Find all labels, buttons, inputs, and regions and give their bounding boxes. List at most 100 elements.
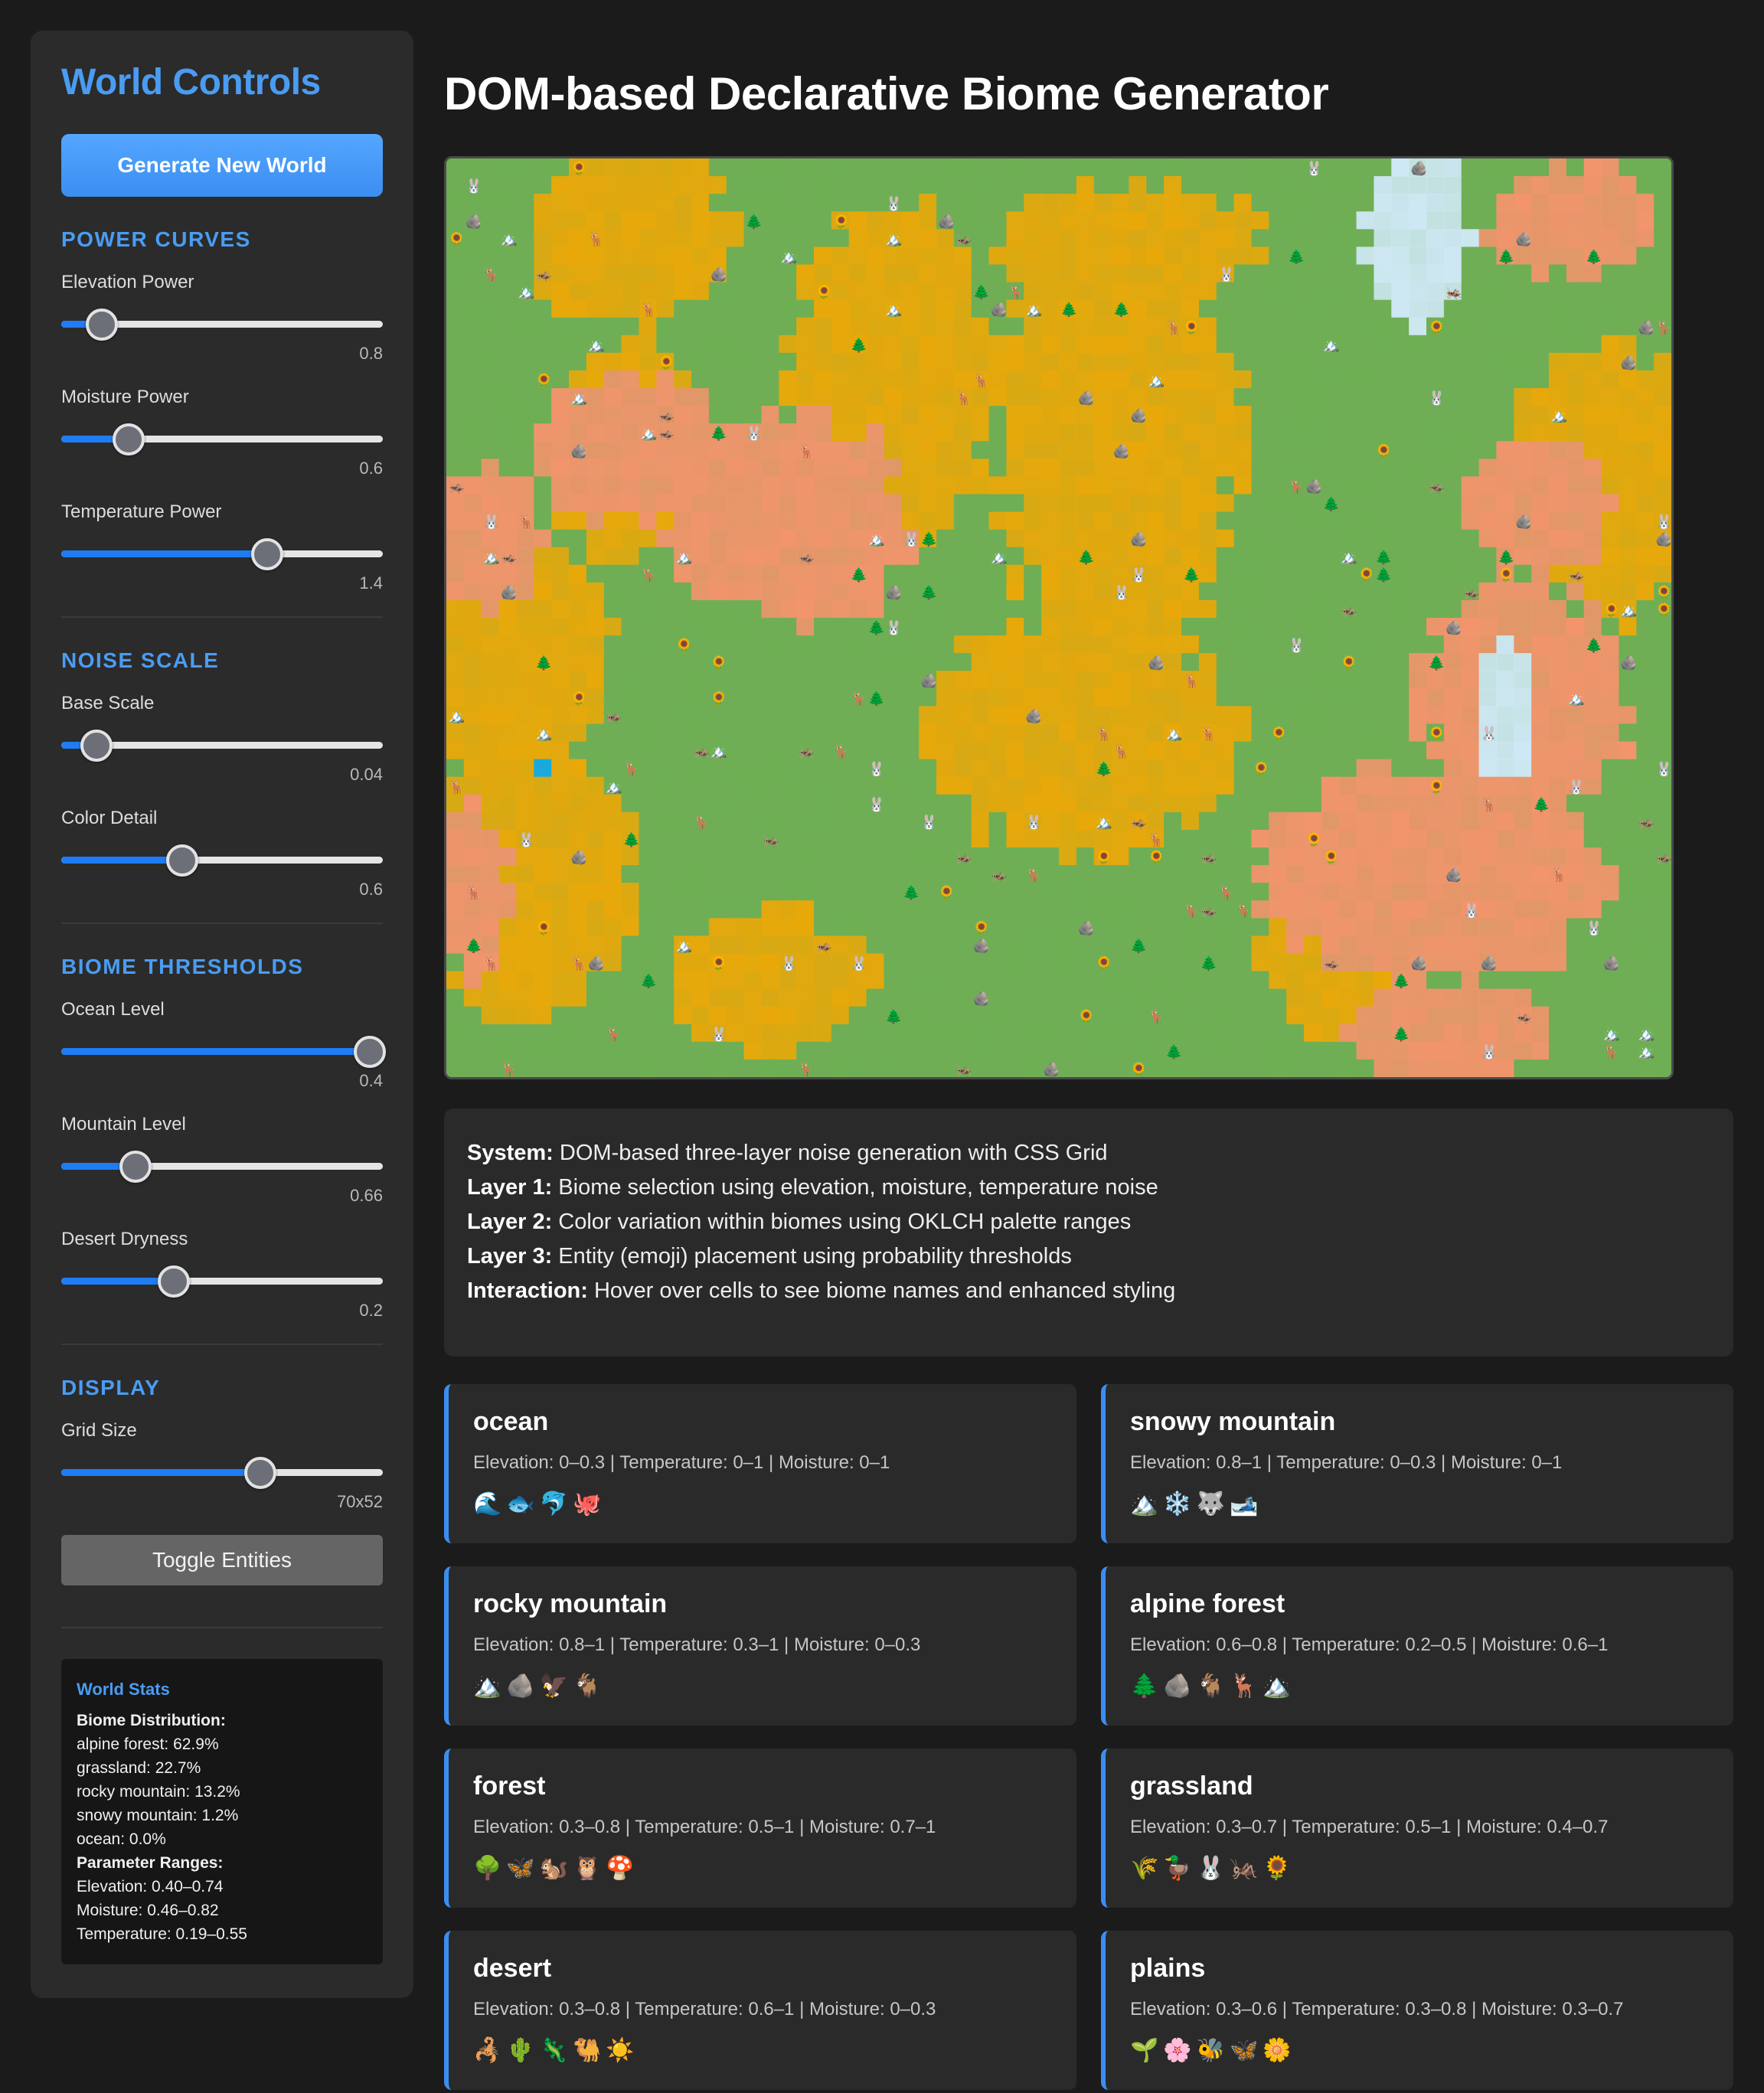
map-entity-icon: 🦌 <box>448 779 465 795</box>
biome-card-rocky-mountain: rocky mountain Elevation: 0.8–1 | Temper… <box>444 1566 1076 1726</box>
biome-name: snowy mountain <box>1130 1407 1336 1436</box>
ocean-level-slider[interactable] <box>61 1036 387 1068</box>
map-entity-icon: 🪨 <box>1410 161 1427 176</box>
map-entity-icon: 🏔️ <box>535 727 552 742</box>
grid-size-label: Grid Size <box>61 1420 137 1441</box>
map-entity-icon: 🌲 <box>1393 1026 1410 1042</box>
map-entity-icon: 🐰 <box>746 425 763 441</box>
map-entity-icon: 🌻 <box>1655 584 1671 600</box>
biome-name: forest <box>473 1771 546 1801</box>
map-entity-icon: 🦗 <box>798 744 815 759</box>
map-entity-icon: 🌻 <box>1428 726 1445 742</box>
biome-map-grid[interactable]: 🌻 🐰 🪨 🐰 🐰 🪨 🌲 🌻 🪨 🌻 🏔️ 🦌 🏔️ 🦗 🪨 🏔️ 🌲 🌲 🌲 🦌 🦗 🪨 🐰 🏔️ 🌻 🌲 🦌 🦗 🦌 🏔️ 🪨 🏔️ 🌲 🌲… <box>444 156 1674 1079</box>
temperature-power-label: Temperature Power <box>61 501 222 522</box>
slider-thumb[interactable] <box>244 1457 277 1489</box>
map-entity-icon: 🪨 <box>1025 709 1042 724</box>
slider-thumb[interactable] <box>250 538 283 570</box>
biome-name: ocean <box>473 1407 549 1436</box>
map-entity-icon: 🦌 <box>1603 1043 1620 1060</box>
slider-thumb[interactable] <box>119 1151 152 1183</box>
mountain-level-value: 0.66 <box>350 1186 383 1205</box>
toggle-entities-button[interactable]: Toggle Entities <box>61 1535 383 1585</box>
control-grid-size: Grid Size 70x52 <box>61 1420 383 1512</box>
map-entity-icon: 🪨 <box>710 267 727 282</box>
map-entity-icon: 🌻 <box>1375 442 1392 459</box>
divider <box>61 1344 383 1345</box>
map-entity-icon: 🌲 <box>1113 302 1130 318</box>
map-entity-icon: 🌲 <box>640 973 657 989</box>
map-entity-icon: 🦌 <box>973 372 990 388</box>
map-entity-icon: 🌻 <box>710 655 727 671</box>
map-entity-icon: 🌲 <box>920 584 937 600</box>
map-entity-icon: 🪨 <box>1078 390 1095 406</box>
map-entity-icon: 🏔️ <box>483 550 500 565</box>
map-entity-icon: 🌻 <box>1078 1008 1095 1024</box>
stats-ranges-heading: Parameter Ranges: <box>77 1854 224 1872</box>
slider-thumb[interactable] <box>158 1265 190 1298</box>
map-entity-icon: 🏔️ <box>710 744 727 759</box>
desert-dryness-slider[interactable] <box>61 1265 383 1298</box>
slider-thumb[interactable] <box>354 1036 387 1068</box>
map-entity-icon: 🏔️ <box>675 550 692 565</box>
moisture-power-slider[interactable] <box>61 423 383 455</box>
map-entity-icon: 🐰 <box>780 955 797 971</box>
biome-entity-icons: 🌲🪨🐐🦌🏔️ <box>1130 1673 1296 1699</box>
slider-thumb[interactable] <box>85 309 118 341</box>
biome-name: grassland <box>1130 1771 1253 1801</box>
map-entity-icon: 🌲 <box>1533 796 1550 812</box>
map-entity-icon: 🦗 <box>658 426 675 441</box>
map-entity-icon: 🏔️ <box>1341 550 1357 565</box>
map-entity-icon: 🪨 <box>1113 443 1130 459</box>
color-detail-label: Color Detail <box>61 808 158 828</box>
biome-map-canvas[interactable]: 🌻 🐰 🪨🐰🐰🪨 🌲 🌻 🪨🌻 🏔️ 🦌 🏔️ 🦗 🪨🏔️ 🌲 🌲 🌲🦌 🦗 🪨 🐰🏔️ 🌻 🌲 🦌 🦗🦌 🏔️ 🪨 🏔️ 🌲 🌲… <box>446 158 1671 1077</box>
panel-title: World Controls <box>61 62 321 103</box>
slider-thumb[interactable] <box>80 730 113 762</box>
control-mountain-level: Mountain Level 0.66 <box>61 1114 383 1206</box>
map-entity-icon: 🌲 <box>851 567 867 583</box>
map-entity-icon: 🐰 <box>868 796 885 812</box>
slider-thumb[interactable] <box>113 423 145 455</box>
temperature-power-value: 1.4 <box>359 573 383 593</box>
map-entity-icon: 🦗 <box>815 939 832 954</box>
biome-ranges: Elevation: 0.3–0.8 | Temperature: 0.5–1 … <box>473 1817 936 1837</box>
biome-card-grassland: grassland Elevation: 0.3–0.7 | Temperatu… <box>1101 1749 1733 1908</box>
map-entity-icon: 🌻 <box>1096 849 1112 865</box>
map-entity-icon: 🐰 <box>1481 726 1498 742</box>
map-cells[interactable] <box>446 158 1671 1077</box>
world-controls-panel: World Controls Generate New World POWER … <box>31 31 413 1998</box>
map-entity-icon: 🌻 <box>1183 319 1200 335</box>
elevation-power-slider[interactable] <box>61 309 383 341</box>
info-key: Interaction: <box>467 1278 588 1303</box>
biome-entity-icons: 🌊🐟🐬🐙 <box>473 1491 606 1517</box>
map-entity-icon: 🏔️ <box>991 550 1008 565</box>
generate-world-button[interactable]: Generate New World <box>61 134 383 197</box>
base-scale-slider[interactable] <box>61 730 383 762</box>
map-entity-icon: 🌻 <box>1130 1061 1147 1077</box>
biome-card-alpine-forest: alpine forest Elevation: 0.6–0.8 | Tempe… <box>1101 1566 1733 1726</box>
section-biome-thresholds: BIOME THRESHOLDS <box>61 955 304 978</box>
map-entity-icon: 🦌 <box>693 814 710 830</box>
temperature-power-slider[interactable] <box>61 538 383 570</box>
info-line: Interaction: Hover over cells to see bio… <box>467 1274 1710 1308</box>
biome-card-plains: plains Elevation: 0.3–0.6 | Temperature:… <box>1101 1931 1733 2090</box>
map-entity-icon: 🏔️ <box>885 302 902 318</box>
color-detail-slider[interactable] <box>61 844 383 877</box>
biome-entity-icons: 🌳🦋🐿️🦉🍄 <box>473 1856 639 1881</box>
map-entity-icon: 🦌 <box>1218 884 1235 900</box>
slider-thumb[interactable] <box>165 844 198 877</box>
map-entity-icon: 🌻 <box>973 919 990 935</box>
grid-size-slider[interactable] <box>61 1457 383 1489</box>
map-entity-icon: 🦗 <box>956 1062 972 1077</box>
map-entity-icon: 🦗 <box>956 231 972 247</box>
map-entity-icon: 🦗 <box>535 267 552 282</box>
control-elevation-power: Elevation Power 0.8 <box>61 272 383 364</box>
map-entity-icon: 🦗 <box>1341 602 1357 618</box>
map-entity-icon: 🏔️ <box>1568 691 1585 706</box>
map-entity-icon: 🐰 <box>1025 814 1042 830</box>
mountain-level-slider[interactable] <box>61 1151 383 1183</box>
map-entity-icon: 🌻 <box>535 919 552 935</box>
map-entity-icon: 🌻 <box>1096 955 1112 971</box>
map-entity-icon: 🌲 <box>1586 249 1602 265</box>
biome-card-ocean: ocean Elevation: 0–0.3 | Temperature: 0–… <box>444 1384 1076 1543</box>
stats-distribution-line: rocky mountain: 13.2% <box>77 1783 240 1801</box>
